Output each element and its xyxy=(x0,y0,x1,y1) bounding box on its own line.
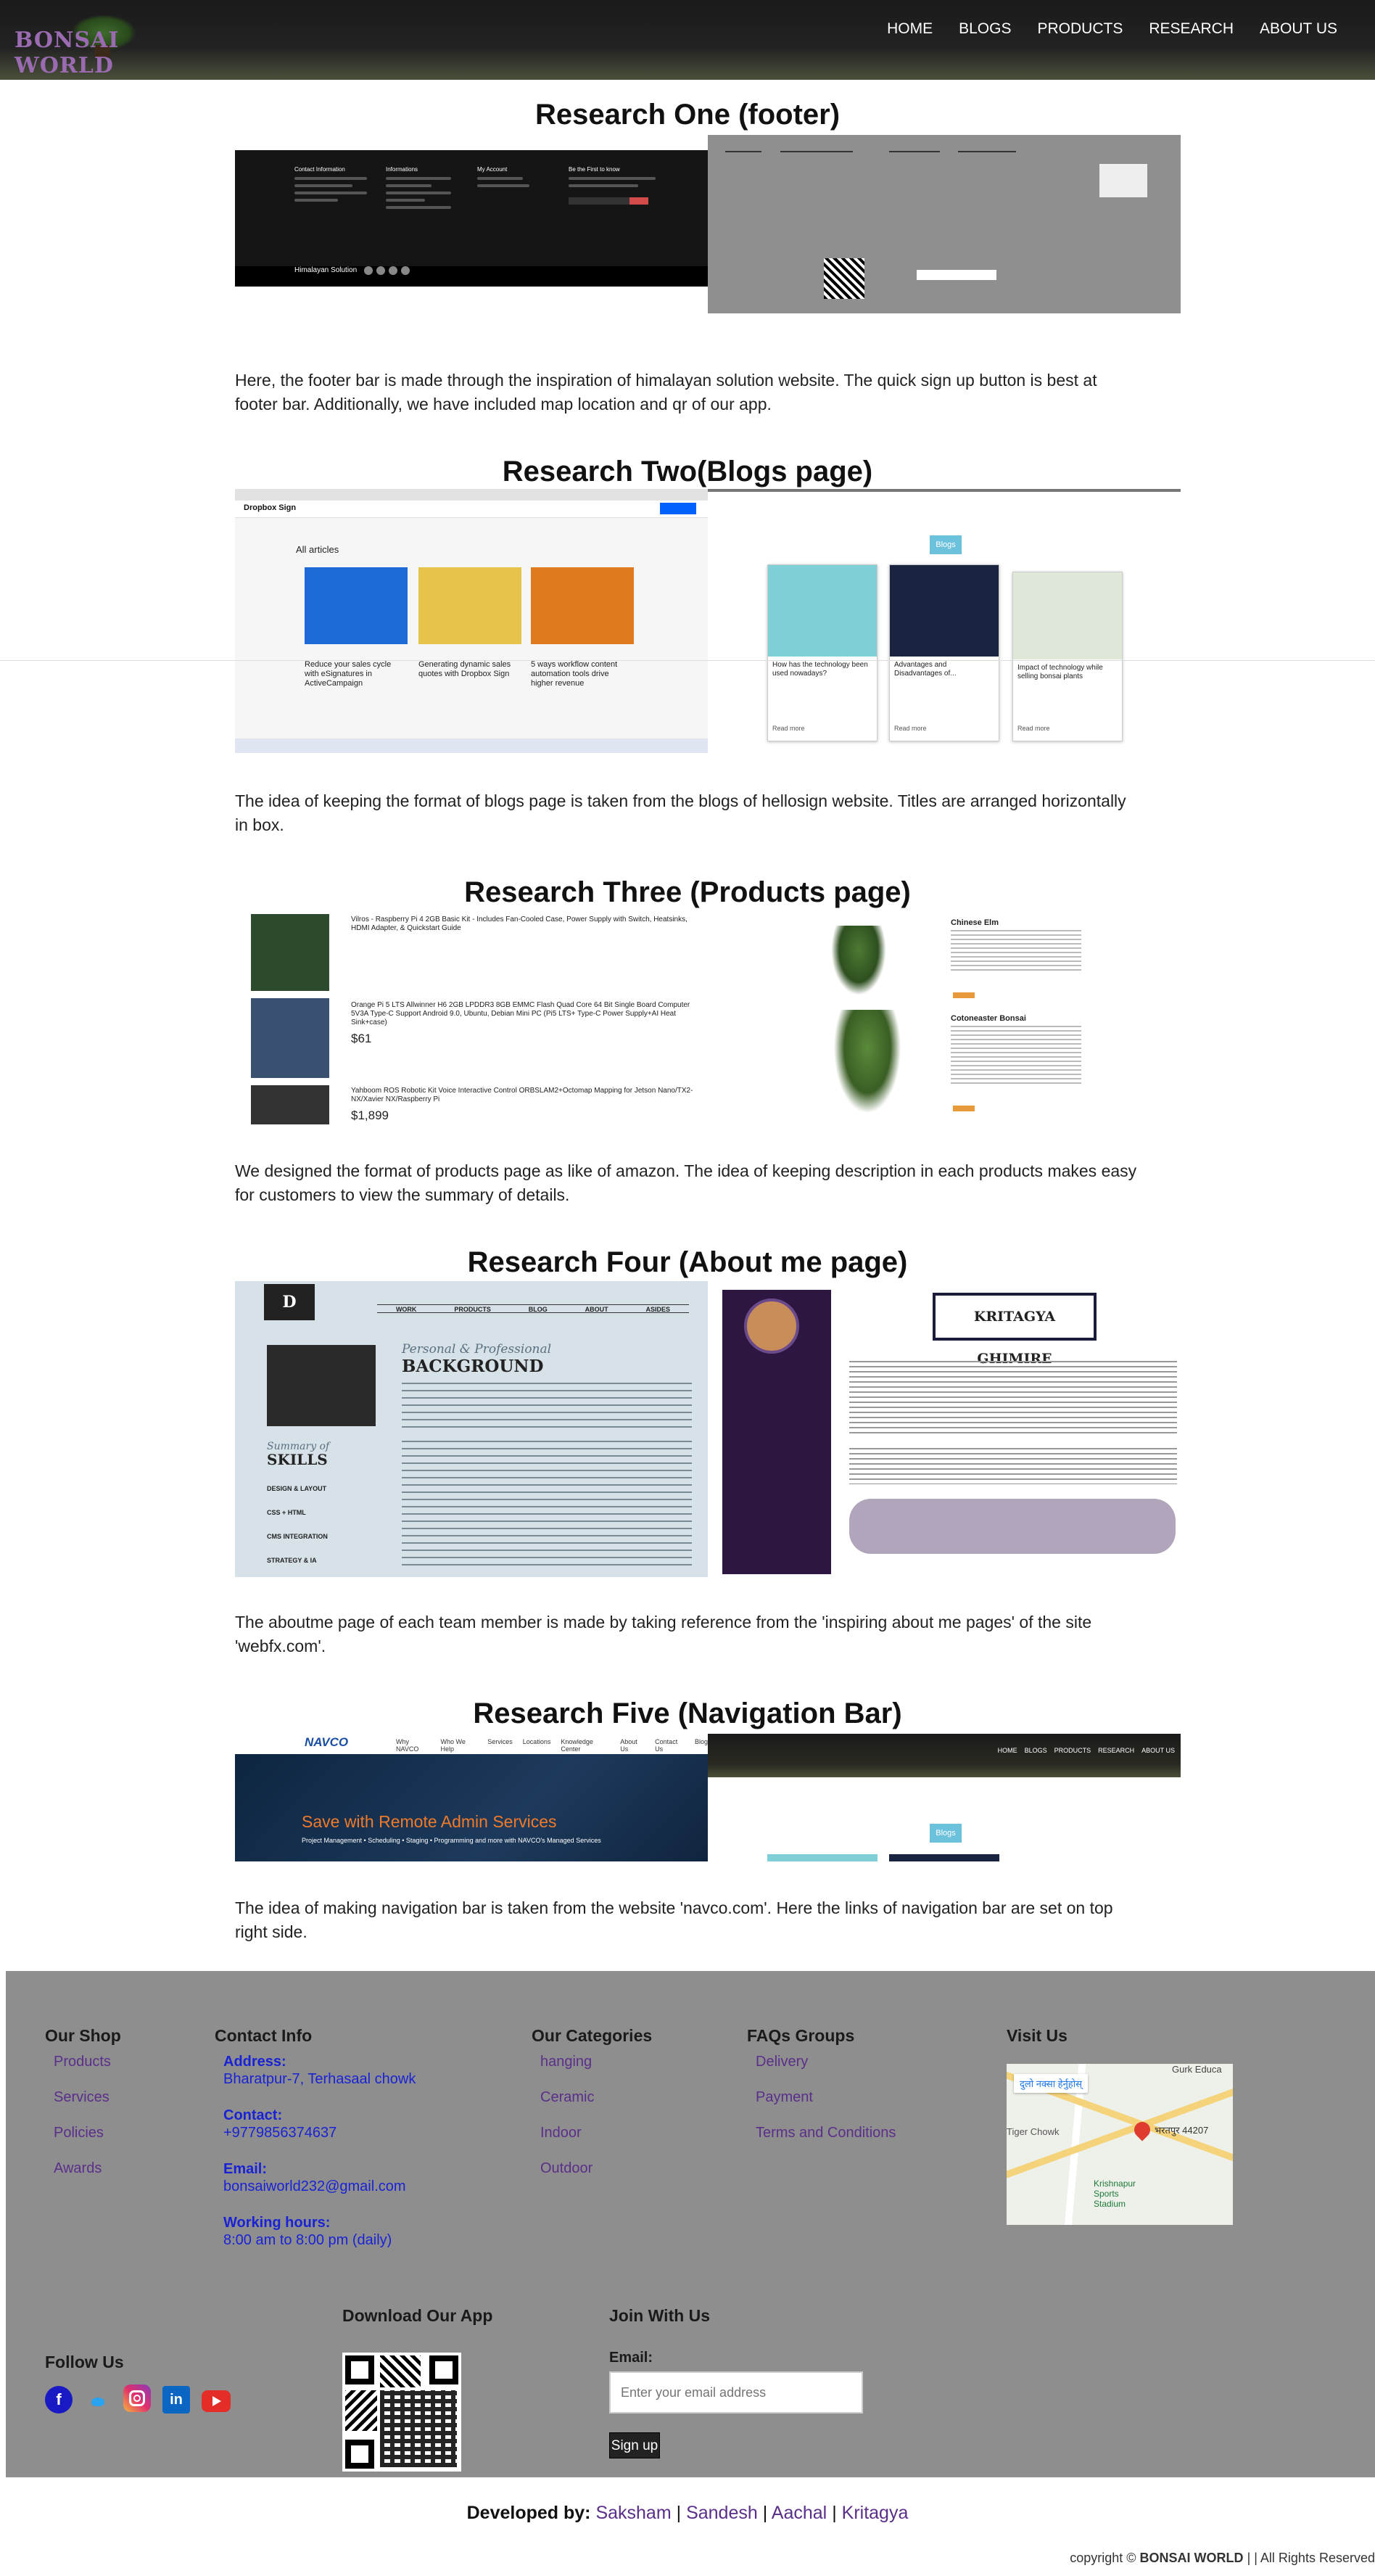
our-shop-heading: Our Shop xyxy=(45,2026,121,2045)
dropbox-article-1[interactable]: Reduce your sales cycle with eSignatures… xyxy=(305,660,406,688)
blog-card-2[interactable]: Advantages and Disadvantages of... Read … xyxy=(889,564,999,741)
copyright: copyright © BONSAI WORLD | | All Rights … xyxy=(1070,2551,1375,2565)
nav-link-about-us[interactable]: ABOUT US xyxy=(1247,19,1350,39)
twitter-icon[interactable] xyxy=(84,2386,112,2414)
follow-us-heading: Follow Us xyxy=(45,2353,124,2371)
faq-terms[interactable]: Terms and Conditions xyxy=(756,2125,896,2141)
logo-text: BONSAI WORLD xyxy=(15,28,120,78)
amazon-product-1[interactable]: Vilros - Raspberry Pi 4 2GB Basic Kit - … xyxy=(351,915,699,933)
phone-value[interactable]: +9779856374637 xyxy=(223,2125,336,2141)
bonsai-navbar-screenshot: HOME BLOGS PRODUCTS RESEARCH ABOUT US Blogs xyxy=(708,1734,1181,1861)
product-cotoneaster[interactable]: Cotoneaster Bonsai xyxy=(951,1014,1026,1023)
research-one-title: Research One (footer) xyxy=(534,99,841,131)
webfx-about-screenshot: D WORK PRODUCTS BLOG ABOUT ASIDES Personal &… xyxy=(235,1281,708,1577)
faqs-heading: FAQs Groups xyxy=(747,2026,855,2045)
nav-link-blogs[interactable]: BLOGS xyxy=(946,19,1024,39)
dev-sandesh[interactable]: Sandesh xyxy=(686,2503,758,2523)
category-indoor[interactable]: Indoor xyxy=(540,2125,582,2141)
dropbox-article-3[interactable]: 5 ways workflow content automation tools… xyxy=(531,660,632,688)
developed-by: Developed by: Saksham | Sandesh | Aachal… xyxy=(466,2503,909,2523)
email-value[interactable]: bonsaiworld232@gmail.com xyxy=(223,2178,406,2195)
research-one-text: Here, the footer bar is made through the… xyxy=(235,371,1097,413)
join-with-us-heading: Join With Us xyxy=(609,2306,711,2325)
research-five-title: Research Five (Navigation Bar) xyxy=(473,1698,902,1729)
site-footer: Our Shop Products Services Policies Awar… xyxy=(6,1971,1375,2477)
address-value: Bharatpur-7, Terhasaal chowk xyxy=(223,2071,416,2087)
dev-aachal[interactable]: Aachal xyxy=(772,2503,827,2523)
blog-card-3[interactable]: Impact of technology while selling bonsa… xyxy=(1012,572,1123,741)
shop-link-products[interactable]: Products xyxy=(54,2054,111,2070)
dev-saksham[interactable]: Saksham xyxy=(595,2503,671,2523)
location-map[interactable]: दुलो नक्सा हेर्नुहोस् Gurk Educa Tiger C… xyxy=(1007,2064,1233,2225)
dev-kritagya[interactable]: Kritagya xyxy=(842,2503,909,2523)
dropbox-article-2[interactable]: Generating dynamic sales quotes with Dro… xyxy=(418,660,520,679)
navco-logo: NAVCO xyxy=(305,1735,349,1749)
site-logo[interactable]: BONSAI WORLD xyxy=(13,10,165,78)
divider xyxy=(0,660,1375,661)
dropbox-heading: All articles xyxy=(296,544,339,555)
instagram-icon[interactable] xyxy=(123,2384,151,2412)
categories-heading: Our Categories xyxy=(532,2026,653,2045)
himalayan-footer-screenshot: Contact Information Informations My Acco… xyxy=(235,150,708,287)
app-qr-code[interactable] xyxy=(342,2353,461,2472)
category-ceramic[interactable]: Ceramic xyxy=(540,2089,594,2106)
research-two-title: Research Two(Blogs page) xyxy=(502,456,873,487)
amazon-products-screenshot: Vilros - Raspberry Pi 4 2GB Basic Kit - … xyxy=(235,911,708,1124)
kritagya-about-screenshot: KRITAGYA GHIMIRE xyxy=(708,1281,1181,1577)
nav-link-home[interactable]: HOME xyxy=(874,19,946,39)
visit-us-heading: Visit Us xyxy=(1007,2026,1068,2045)
navco-banner: Save with Remote Admin Services xyxy=(302,1812,557,1831)
linkedin-icon[interactable]: in xyxy=(162,2386,190,2414)
contact-info-heading: Contact Info xyxy=(215,2026,313,2045)
d-logo: D xyxy=(264,1284,315,1320)
bonsai-footer-mini-screenshot xyxy=(708,135,1181,337)
faq-payment[interactable]: Payment xyxy=(756,2089,813,2106)
research-four-title: Research Four (About me page) xyxy=(467,1246,908,1278)
signup-email-input[interactable] xyxy=(609,2371,863,2414)
dropbox-blog-screenshot: Dropbox Sign All articles Reduce your sa… xyxy=(235,489,708,753)
himalayan-label: Himalayan Solution xyxy=(294,266,358,274)
faq-delivery[interactable]: Delivery xyxy=(756,2054,808,2070)
research-three-text: We designed the format of products page … xyxy=(235,1161,1137,1204)
dropbox-brand: Dropbox Sign xyxy=(244,503,297,512)
bonsai-blog-screenshot: Blogs How has the technology been used n… xyxy=(708,489,1181,753)
blogs-badge: Blogs xyxy=(930,535,962,554)
nav-links: HOME BLOGS PRODUCTS RESEARCH ABOUT US xyxy=(874,19,1350,39)
shop-link-policies[interactable]: Policies xyxy=(54,2125,104,2141)
research-three-title: Research Three (Products page) xyxy=(464,876,911,908)
amazon-product-3[interactable]: Yahboom ROS Robotic Kit Voice Interactiv… xyxy=(351,1087,699,1104)
navco-screenshot: NAVCO Why NAVCO Who We Help Services Locati… xyxy=(235,1734,708,1861)
nav-link-products[interactable]: PRODUCTS xyxy=(1024,19,1136,39)
amazon-product-2[interactable]: Orange Pi 5 LTS Allwinner H6 2GB LPDDR3 … xyxy=(351,1001,699,1027)
research-five-text: The idea of making navigation bar is tak… xyxy=(235,1898,1113,1941)
shop-link-awards[interactable]: Awards xyxy=(54,2160,102,2177)
signup-button[interactable]: Sign up xyxy=(609,2432,660,2458)
category-hanging[interactable]: hanging xyxy=(540,2054,592,2070)
research-two-text: The idea of keeping the format of blogs … xyxy=(235,791,1126,834)
amazon-price-2: $61 xyxy=(351,1032,372,1045)
research-four-text: The aboutme page of each team member is … xyxy=(235,1613,1092,1655)
kritagya-name: KRITAGYA GHIMIRE xyxy=(933,1293,1097,1367)
product-chinese-elm[interactable]: Chinese Elm xyxy=(951,918,999,927)
category-outdoor[interactable]: Outdoor xyxy=(540,2160,592,2177)
facebook-icon[interactable]: f xyxy=(45,2386,73,2414)
youtube-icon[interactable] xyxy=(202,2390,231,2412)
top-navbar: BONSAI WORLD HOME BLOGS PRODUCTS RESEARC… xyxy=(0,0,1375,80)
amazon-price-3: $1,899 xyxy=(351,1108,389,1122)
nav-link-research[interactable]: RESEARCH xyxy=(1136,19,1247,39)
hours-value: 8:00 am to 8:00 pm (daily) xyxy=(223,2232,392,2248)
blog-card-1[interactable]: How has the technology been used nowaday… xyxy=(767,564,878,741)
shop-link-services[interactable]: Services xyxy=(54,2089,110,2106)
download-app-heading: Download Our App xyxy=(342,2306,493,2325)
bonsai-products-screenshot: Chinese Elm Cotoneaster Bonsai xyxy=(708,911,1181,1124)
